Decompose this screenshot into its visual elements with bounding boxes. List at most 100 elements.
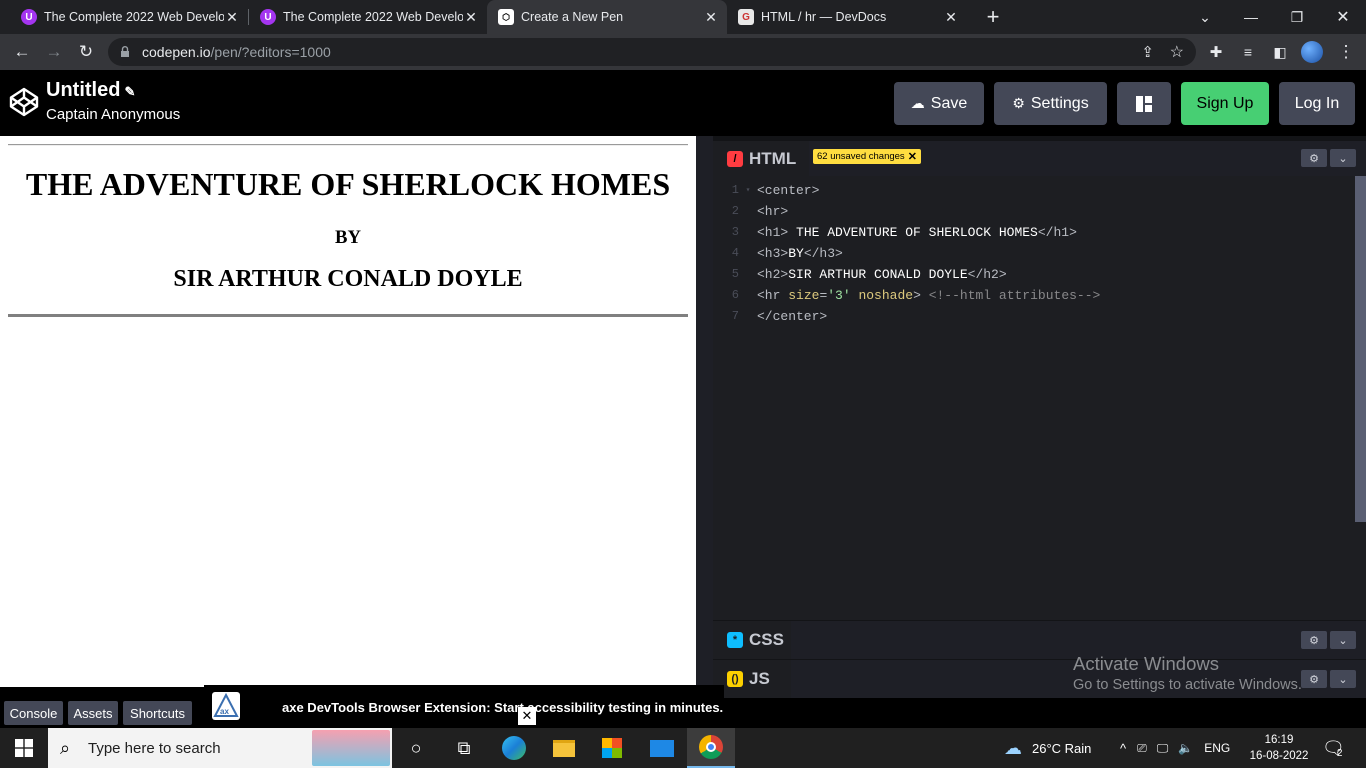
- close-tab-icon[interactable]: ✕: [463, 9, 479, 26]
- notification-count: 2: [1336, 747, 1343, 759]
- udemy-icon: U: [21, 9, 37, 25]
- close-tab-icon[interactable]: ✕: [703, 9, 719, 26]
- network-icon[interactable]: 🖵: [1157, 741, 1169, 756]
- tab-search-chevron-icon[interactable]: ⌄: [1182, 0, 1228, 34]
- svg-text:ax: ax: [220, 707, 229, 716]
- windows-start-button[interactable]: [0, 728, 48, 768]
- browser-tab-udemy-1[interactable]: U The Complete 2022 Web Develop ✕: [0, 0, 248, 34]
- code-line: 1 ▾ <center>: [731, 183, 820, 198]
- codepen-header: Untitled ✎ Captain Anonymous ☁ Save ⚙ Setti…: [0, 70, 1366, 136]
- console-button[interactable]: Console: [4, 701, 63, 725]
- back-arrow-icon[interactable]: ←: [6, 34, 38, 70]
- new-tab-button[interactable]: +: [970, 0, 1016, 34]
- preview-hr-bottom: [8, 314, 688, 317]
- change-view-button[interactable]: [1117, 82, 1171, 125]
- address-bar[interactable]: codepen.io/pen/?editors=1000 ⇪ ☆: [108, 38, 1196, 66]
- unsaved-changes-badge[interactable]: 62 unsaved changes ✕: [813, 149, 921, 164]
- bookmark-star-icon[interactable]: ☆: [1170, 42, 1184, 62]
- axe-banner-close-icon[interactable]: ✕: [518, 707, 536, 725]
- mail-icon[interactable]: [638, 728, 686, 768]
- codepen-favicon-icon: ⬡: [498, 9, 514, 25]
- js-expand-chevron-icon[interactable]: ⌄: [1330, 670, 1356, 688]
- html-collapse-chevron-icon[interactable]: ⌄: [1330, 149, 1356, 167]
- file-explorer-icon[interactable]: [540, 728, 588, 768]
- js-settings-gear-icon[interactable]: ⚙: [1301, 670, 1327, 688]
- task-view-icon[interactable]: ⧉: [440, 728, 488, 768]
- pen-author: Captain Anonymous: [46, 106, 181, 123]
- extensions-puzzle-icon[interactable]: ✚: [1200, 34, 1232, 70]
- pencil-icon[interactable]: ✎: [124, 84, 135, 99]
- css-editor-tab[interactable]: * CSS: [713, 621, 791, 659]
- minimize-icon[interactable]: —: [1228, 0, 1274, 34]
- js-braces-icon: (): [727, 671, 743, 687]
- browser-tab-devdocs[interactable]: G HTML / hr — DevDocs ✕: [727, 0, 967, 34]
- assets-button[interactable]: Assets: [68, 701, 118, 725]
- css-expand-chevron-icon[interactable]: ⌄: [1330, 631, 1356, 649]
- html-editor-tab[interactable]: / HTML: [713, 141, 809, 176]
- reload-icon[interactable]: ↻: [70, 34, 102, 70]
- forward-arrow-icon[interactable]: →: [38, 34, 70, 70]
- tab-title: HTML / hr — DevDocs: [761, 10, 887, 24]
- browser-tab-codepen[interactable]: ⬡ Create a New Pen ✕: [487, 0, 727, 34]
- meet-now-icon[interactable]: ⎚: [1137, 741, 1147, 756]
- watermark-subtitle: Go to Settings to activate Windows.: [1073, 677, 1302, 693]
- url-text: codepen.io/pen/?editors=1000: [142, 44, 331, 60]
- js-label: JS: [749, 669, 770, 688]
- log-in-button[interactable]: Log In: [1279, 82, 1355, 125]
- language-indicator[interactable]: ENG: [1204, 741, 1230, 755]
- close-window-icon[interactable]: ✕: [1320, 0, 1366, 34]
- show-hidden-icons-chevron-icon[interactable]: ^: [1120, 741, 1126, 756]
- code-line: 2 <hr>: [731, 204, 789, 219]
- search-highlight-image: [312, 730, 390, 766]
- tray-icons: ^ ⎚ 🖵 🔈 ENG: [1114, 728, 1230, 768]
- settings-button[interactable]: ⚙ Settings: [994, 82, 1107, 125]
- taskbar-search-box[interactable]: ⌕ Type here to search: [48, 728, 392, 768]
- preview-heading-3: BY: [335, 227, 361, 248]
- restore-icon[interactable]: ❐: [1274, 0, 1320, 34]
- dismiss-icon[interactable]: ✕: [908, 150, 917, 163]
- close-tab-icon[interactable]: ✕: [943, 9, 959, 26]
- code-line: 6 <hr size='3' noshade> <!--html attribu…: [731, 288, 1101, 303]
- html-editor-header: / HTML 62 unsaved changes ✕ ⚙ ⌄: [713, 136, 1366, 176]
- windows-logo-icon: [15, 739, 33, 757]
- preview-heading-2: SIR ARTHUR CONALD DOYLE: [173, 266, 523, 292]
- close-tab-icon[interactable]: ✕: [224, 9, 240, 26]
- browser-tab-strip: U The Complete 2022 Web Develop ✕ U The …: [0, 0, 1366, 34]
- sign-up-button[interactable]: Sign Up: [1181, 82, 1269, 125]
- devdocs-favicon-icon: G: [738, 9, 754, 25]
- tab-title: Create a New Pen: [521, 10, 624, 24]
- microsoft-store-icon[interactable]: [588, 728, 636, 768]
- css-settings-gear-icon[interactable]: ⚙: [1301, 631, 1327, 649]
- js-editor-tab[interactable]: () JS: [713, 660, 791, 698]
- cloud-icon: ☁: [910, 95, 925, 111]
- shortcuts-button[interactable]: Shortcuts: [123, 701, 192, 725]
- html-slash-icon: /: [727, 150, 743, 167]
- chrome-taskbar-icon[interactable]: [687, 728, 735, 768]
- side-panel-icon[interactable]: ◧: [1264, 34, 1296, 70]
- volume-icon[interactable]: 🔈: [1178, 741, 1193, 755]
- html-code-area[interactable]: 1 ▾ <center> 2 <hr> 3 <h1> THE ADVENTURE …: [713, 180, 1353, 327]
- axe-devtools-banner[interactable]: ax axe DevTools Browser Extension: Start…: [204, 685, 724, 728]
- weather-widget[interactable]: ☁ 26°C Rain: [1004, 728, 1091, 768]
- edge-browser-icon[interactable]: [490, 728, 538, 768]
- notification-center-button[interactable]: 🗨 2: [1322, 728, 1345, 768]
- codepen-logo-icon[interactable]: [8, 86, 40, 118]
- code-line: 4 <h3>BY</h3>: [731, 246, 843, 261]
- html-settings-gear-icon[interactable]: ⚙: [1301, 149, 1327, 167]
- pane-resizer[interactable]: [696, 136, 713, 698]
- editor-scrollbar[interactable]: [1355, 176, 1366, 522]
- activate-windows-watermark: Activate Windows Go to Settings to activ…: [1073, 653, 1302, 693]
- windows-taskbar: ⌕ Type here to search ○ ⧉ ☁ 26°C Rain ^ …: [0, 728, 1366, 768]
- system-clock[interactable]: 16:19 16-08-2022: [1244, 732, 1314, 764]
- tab-title: The Complete 2022 Web Develop: [44, 10, 224, 24]
- profile-avatar[interactable]: [1296, 34, 1328, 70]
- browser-tab-udemy-2[interactable]: U The Complete 2022 Web Develop ✕: [239, 0, 487, 34]
- save-button[interactable]: ☁ Save: [894, 82, 984, 125]
- pen-title[interactable]: Untitled ✎: [46, 79, 135, 102]
- preview-pane: THE ADVENTURE OF SHERLOCK HOMES BY SIR A…: [0, 136, 696, 687]
- browser-menu-icon[interactable]: ⋮: [1330, 34, 1362, 70]
- cortana-icon[interactable]: ○: [392, 728, 440, 768]
- media-queue-icon[interactable]: ≡: [1232, 34, 1264, 70]
- globe-icon: [1301, 41, 1323, 63]
- share-icon[interactable]: ⇪: [1141, 43, 1154, 61]
